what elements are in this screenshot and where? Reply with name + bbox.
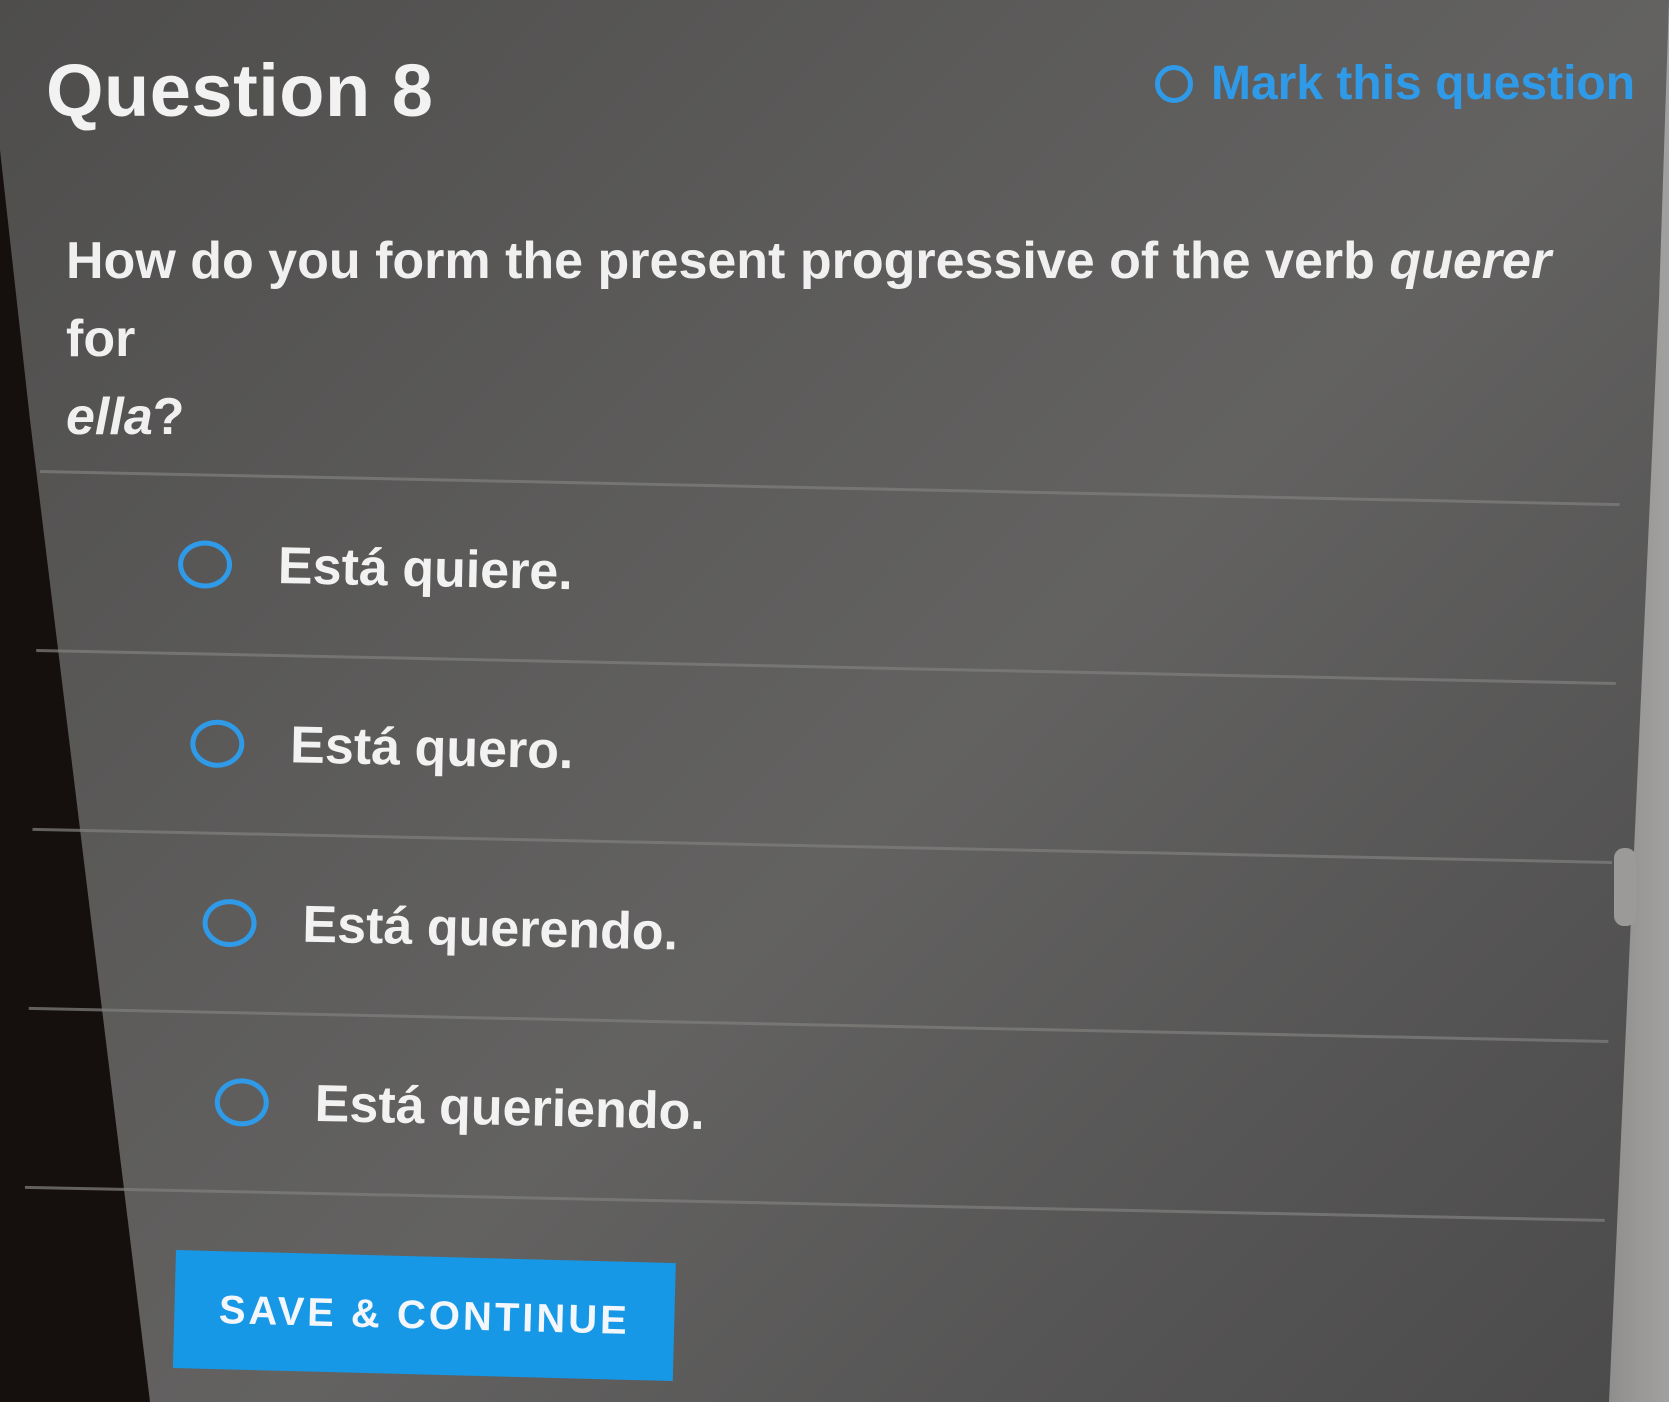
mark-question-label[interactable]: Mark this question — [1211, 56, 1635, 111]
prompt-text-before: How do you form the present progressive … — [66, 232, 1390, 290]
radio-circle-icon[interactable] — [1155, 64, 1193, 103]
answer-choice-3[interactable]: Está querendo. — [29, 831, 1612, 1040]
answer-choice-label: Está queriendo. — [314, 1074, 706, 1142]
answer-choice-label: Está quero. — [289, 716, 575, 781]
radio-circle-icon[interactable] — [177, 539, 233, 590]
answer-choice-4[interactable]: Está queriendo. — [25, 1010, 1608, 1219]
answer-choice-label: Está querendo. — [301, 895, 679, 962]
mark-question-toggle[interactable]: Mark this question — [1155, 56, 1635, 111]
quiz-screen: Question 8 Mark this question How do you… — [0, 0, 1669, 1402]
answer-choice-1[interactable]: Está quiere. — [36, 473, 1619, 682]
answer-choices: Está quiere. Está quero. Está querendo. … — [24, 470, 1620, 1222]
question-title: Question 8 — [46, 49, 434, 132]
radio-circle-icon[interactable] — [214, 1077, 270, 1127]
prompt-text-middle: for — [66, 310, 136, 368]
prompt-text-end: ? — [152, 388, 185, 446]
question-prompt: How do you form the present progressive … — [66, 222, 1626, 456]
answer-choice-2[interactable]: Está quero. — [33, 652, 1616, 861]
save-continue-button[interactable]: SAVE & CONTINUE — [172, 1250, 676, 1382]
radio-circle-icon[interactable] — [202, 898, 258, 948]
radio-circle-icon[interactable] — [189, 719, 245, 769]
prompt-subject: ella — [66, 388, 153, 446]
prompt-verb: querer — [1389, 232, 1552, 290]
answer-choice-label: Está quiere. — [277, 537, 574, 602]
scrollbar-thumb[interactable] — [1614, 848, 1636, 926]
